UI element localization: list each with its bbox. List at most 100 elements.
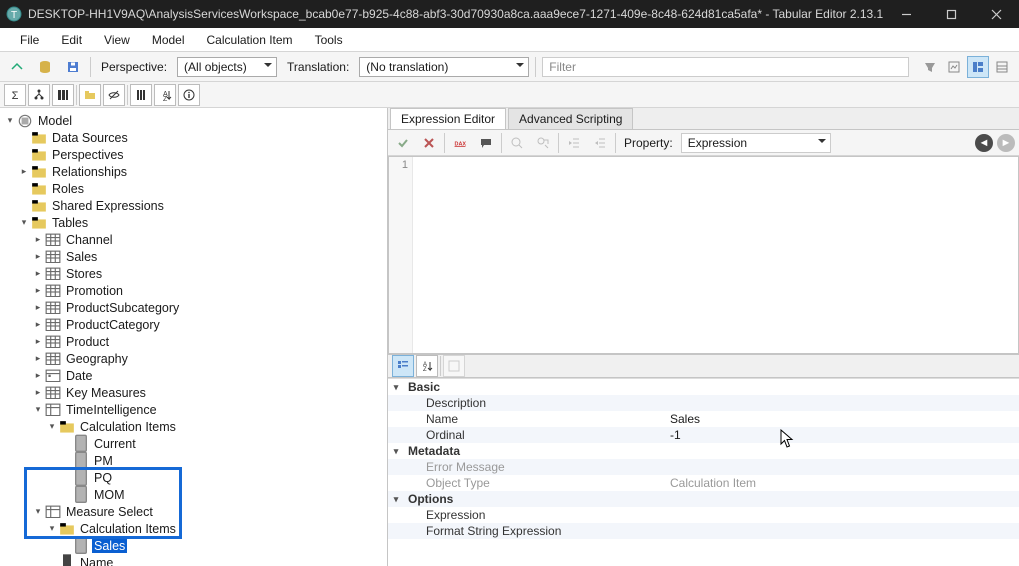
save-icon[interactable] xyxy=(62,56,84,78)
minimize-button[interactable] xyxy=(884,0,929,28)
chevron-right-icon[interactable]: ▸ xyxy=(32,387,44,399)
tree-column-name[interactable]: Name xyxy=(0,554,387,566)
tree-table-stores[interactable]: ▸Stores xyxy=(0,265,387,282)
editor-body[interactable] xyxy=(413,157,1018,353)
tree-table-measureselect[interactable]: ▾Measure Select xyxy=(0,503,387,520)
menu-view[interactable]: View xyxy=(94,30,140,50)
chevron-right-icon[interactable]: ▸ xyxy=(32,319,44,331)
connect-icon[interactable] xyxy=(6,56,28,78)
prop-expression[interactable]: Expression xyxy=(388,507,1019,523)
sort-cols-icon[interactable] xyxy=(130,84,152,106)
database-icon[interactable] xyxy=(34,56,56,78)
translation-combo[interactable]: (No translation) xyxy=(359,57,529,77)
prop-name-value[interactable]: Sales xyxy=(664,412,1019,426)
nav-forward-button[interactable]: ► xyxy=(997,134,1015,152)
tree-table-timeintelligence[interactable]: ▾TimeIntelligence xyxy=(0,401,387,418)
layout1-icon[interactable] xyxy=(967,56,989,78)
indent-icon[interactable] xyxy=(563,132,585,154)
prop-ordinal[interactable]: Ordinal-1 xyxy=(388,427,1019,443)
tree-table-promotion[interactable]: ▸Promotion xyxy=(0,282,387,299)
tree-calcitem-pm[interactable]: PM xyxy=(0,452,387,469)
tree-table-keymeasures[interactable]: ▸Key Measures xyxy=(0,384,387,401)
menu-model[interactable]: Model xyxy=(142,30,195,50)
perspective-combo[interactable]: (All objects) xyxy=(177,57,277,77)
chevron-down-icon[interactable]: ▾ xyxy=(4,115,16,127)
prop-category-basic[interactable]: ▾Basic xyxy=(388,379,1019,395)
chevron-down-icon[interactable]: ▾ xyxy=(388,446,404,457)
prop-category-options[interactable]: ▾Options xyxy=(388,491,1019,507)
tree-table-productcategory[interactable]: ▸ProductCategory xyxy=(0,316,387,333)
menu-tools[interactable]: Tools xyxy=(305,30,353,50)
alphabetical-icon[interactable]: AZ xyxy=(416,355,438,377)
tree-calculation-items[interactable]: ▾Calculation Items xyxy=(0,418,387,435)
tree-perspectives[interactable]: Perspectives xyxy=(0,146,387,163)
tree-shared-expressions[interactable]: Shared Expressions xyxy=(0,197,387,214)
accept-icon[interactable] xyxy=(392,132,414,154)
tree-tables[interactable]: ▾Tables xyxy=(0,214,387,231)
chevron-right-icon[interactable]: ▸ xyxy=(32,336,44,348)
chevron-down-icon[interactable]: ▾ xyxy=(388,494,404,505)
tree-calcitem-sales[interactable]: Sales xyxy=(0,537,387,554)
categorized-icon[interactable] xyxy=(392,355,414,377)
replace-icon[interactable] xyxy=(532,132,554,154)
tree-calculation-items-2[interactable]: ▾Calculation Items xyxy=(0,520,387,537)
find-icon[interactable] xyxy=(506,132,528,154)
menu-calculation-item[interactable]: Calculation Item xyxy=(197,30,303,50)
tree-relationships[interactable]: ▸Relationships xyxy=(0,163,387,180)
tree-table-geography[interactable]: ▸Geography xyxy=(0,350,387,367)
sort-alpha-icon[interactable]: AZ xyxy=(154,84,176,106)
chevron-right-icon[interactable]: ▸ xyxy=(32,370,44,382)
prop-name[interactable]: NameSales xyxy=(388,411,1019,427)
outdent-icon[interactable] xyxy=(589,132,611,154)
chevron-down-icon[interactable]: ▾ xyxy=(18,217,30,229)
layout2-icon[interactable] xyxy=(991,56,1013,78)
tree-table-date[interactable]: ▸Date xyxy=(0,367,387,384)
prop-description[interactable]: Description xyxy=(388,395,1019,411)
filter-icon[interactable] xyxy=(919,56,941,78)
dax-format-icon[interactable]: DAX xyxy=(449,132,471,154)
chevron-right-icon[interactable]: ▸ xyxy=(32,234,44,246)
comment-icon[interactable] xyxy=(475,132,497,154)
cancel-icon[interactable] xyxy=(418,132,440,154)
tree-table-sales[interactable]: ▸Sales xyxy=(0,248,387,265)
close-button[interactable] xyxy=(974,0,1019,28)
tree-table-productsubcategory[interactable]: ▸ProductSubcategory xyxy=(0,299,387,316)
maximize-button[interactable] xyxy=(929,0,974,28)
prop-ordinal-value[interactable]: -1 xyxy=(664,428,1019,442)
chevron-right-icon[interactable]: ▸ xyxy=(32,268,44,280)
tree-table-product[interactable]: ▸Product xyxy=(0,333,387,350)
prop-format-string-expression[interactable]: Format String Expression xyxy=(388,523,1019,539)
tree-calcitem-pq[interactable]: PQ xyxy=(0,469,387,486)
tree-calcitem-mom[interactable]: MOM xyxy=(0,486,387,503)
tree-data-sources[interactable]: Data Sources xyxy=(0,129,387,146)
chevron-right-icon[interactable]: ▸ xyxy=(32,251,44,263)
chevron-down-icon[interactable]: ▾ xyxy=(46,421,58,433)
expression-editor[interactable]: 1 xyxy=(388,156,1019,354)
tab-advanced-scripting[interactable]: Advanced Scripting xyxy=(508,108,633,129)
model-tree[interactable]: ▾Model Data Sources Perspectives ▸Relati… xyxy=(0,108,388,566)
chevron-down-icon[interactable]: ▾ xyxy=(388,382,404,393)
tree-model[interactable]: ▾Model xyxy=(0,112,387,129)
chevron-right-icon[interactable]: ▸ xyxy=(32,302,44,314)
hierarchy-icon[interactable] xyxy=(28,84,50,106)
info-icon[interactable] xyxy=(178,84,200,106)
measures-icon[interactable]: Σ xyxy=(4,84,26,106)
property-pages-icon[interactable] xyxy=(443,355,465,377)
property-combo[interactable]: Expression xyxy=(681,133,831,153)
prop-category-metadata[interactable]: ▾Metadata xyxy=(388,443,1019,459)
chevron-right-icon[interactable]: ▸ xyxy=(32,353,44,365)
tree-calcitem-current[interactable]: Current xyxy=(0,435,387,452)
tab-expression-editor[interactable]: Expression Editor xyxy=(390,108,506,129)
folder-icon[interactable] xyxy=(79,84,101,106)
filter-input[interactable]: Filter xyxy=(542,57,909,77)
chevron-down-icon[interactable]: ▾ xyxy=(32,506,44,518)
tree-table-channel[interactable]: ▸Channel xyxy=(0,231,387,248)
property-grid[interactable]: ▾Basic Description NameSales Ordinal-1 ▾… xyxy=(388,378,1019,566)
chevron-right-icon[interactable]: ▸ xyxy=(18,166,30,178)
menu-file[interactable]: File xyxy=(10,30,49,50)
nav-back-button[interactable]: ◄ xyxy=(975,134,993,152)
hidden-icon[interactable] xyxy=(103,84,125,106)
tree-roles[interactable]: Roles xyxy=(0,180,387,197)
columns-icon[interactable] xyxy=(52,84,74,106)
menu-edit[interactable]: Edit xyxy=(51,30,92,50)
